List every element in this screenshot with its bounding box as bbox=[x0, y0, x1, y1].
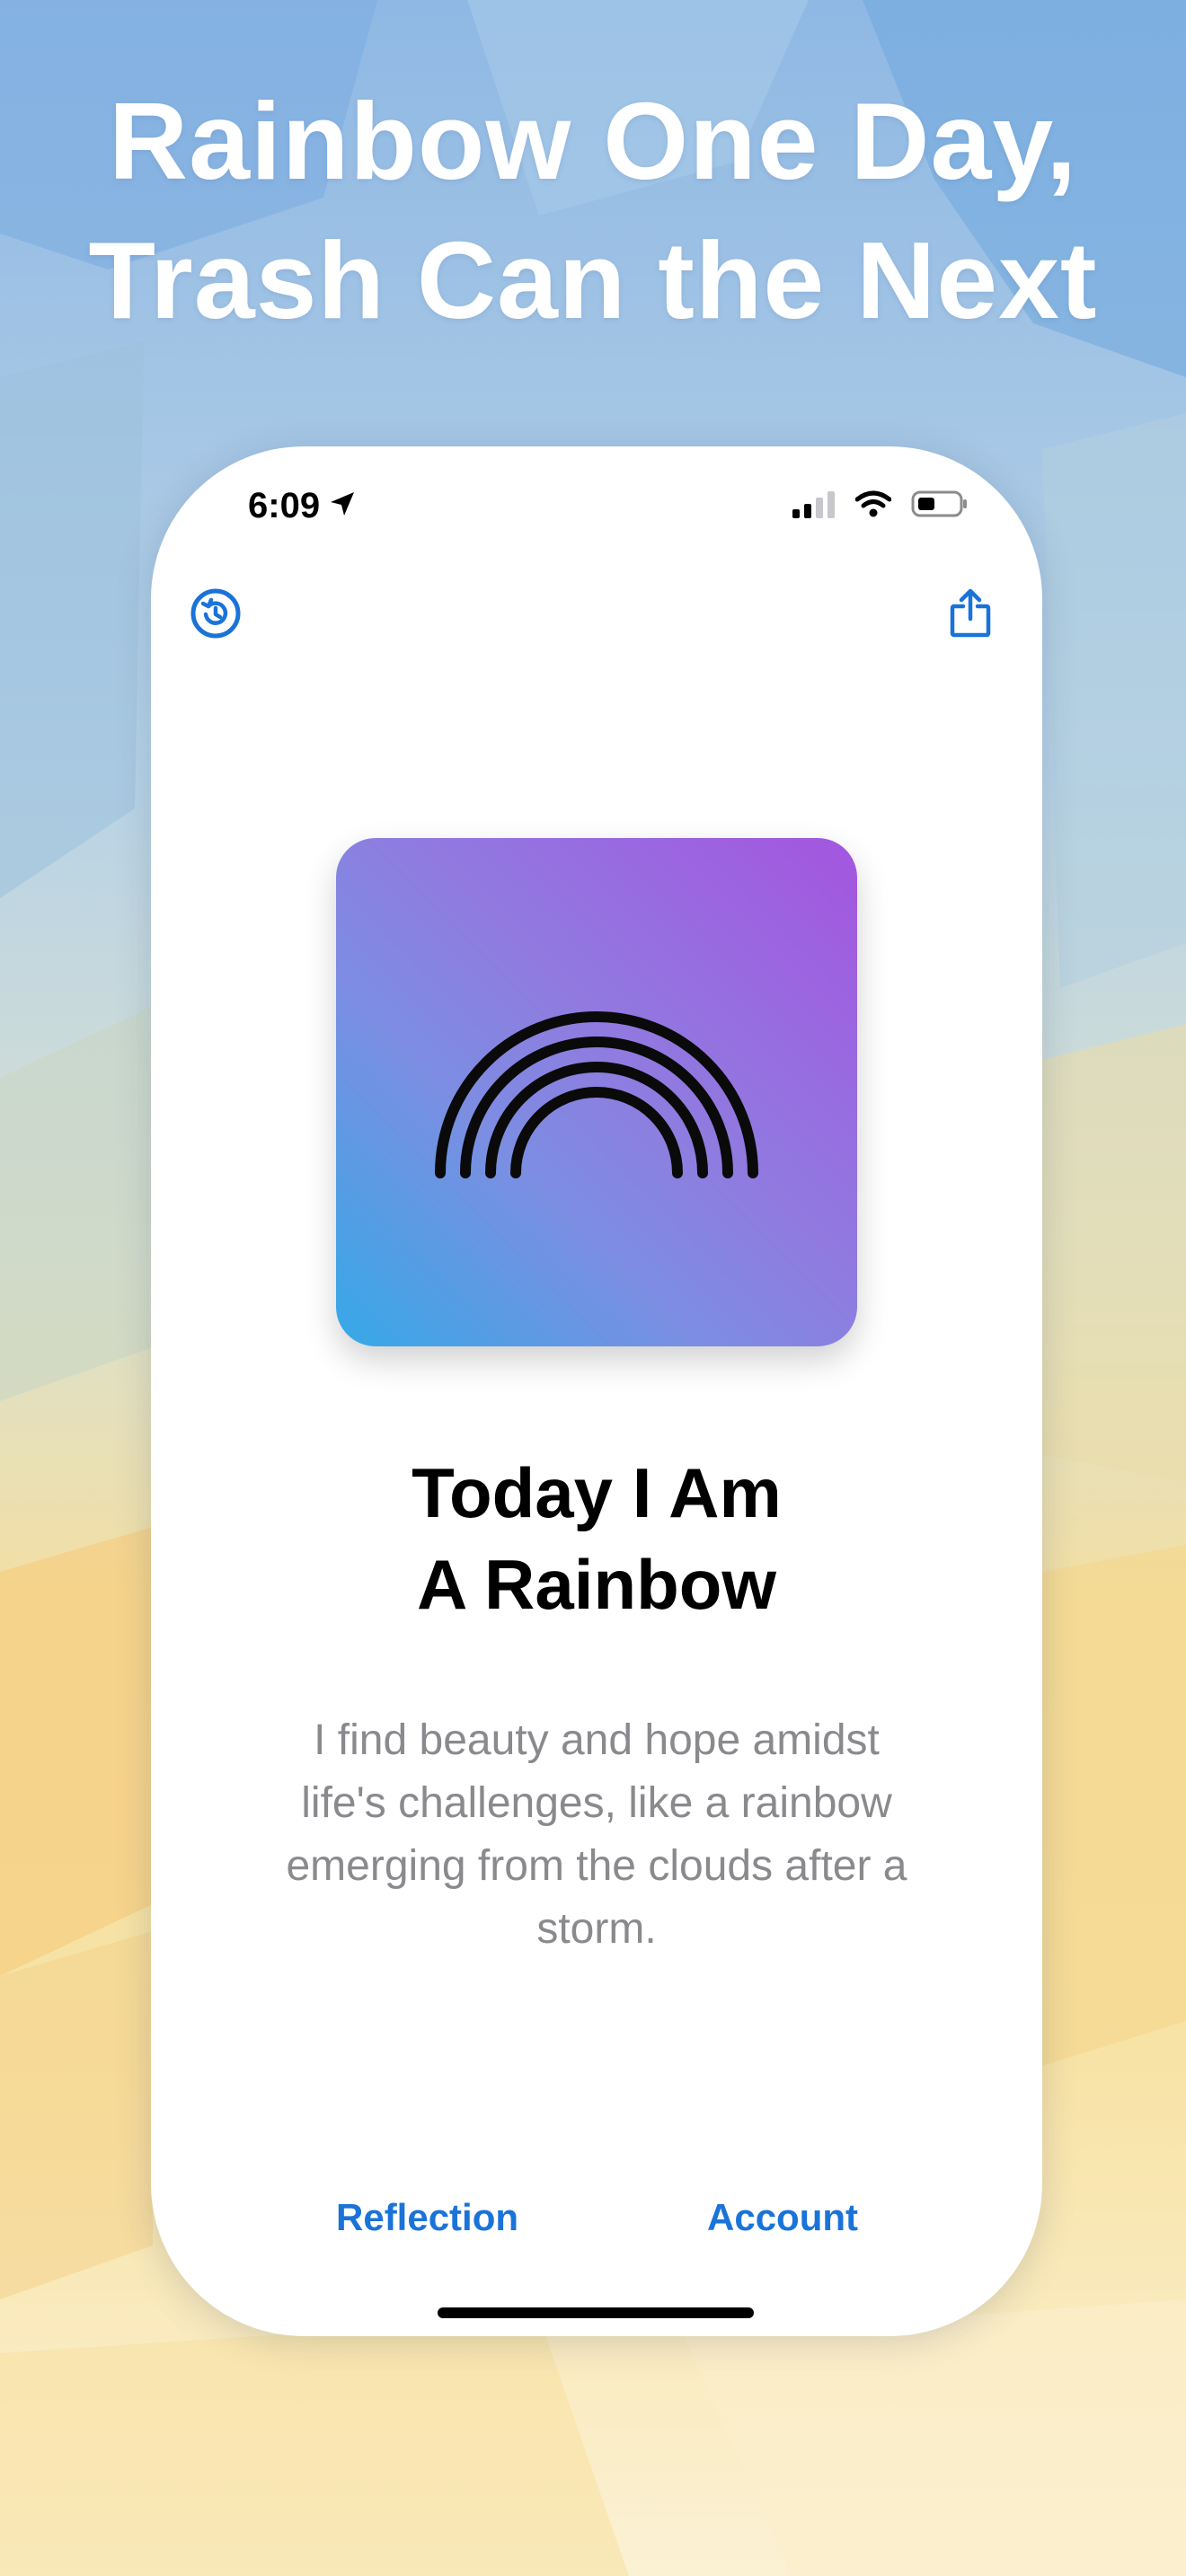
app-icon-tile bbox=[336, 838, 857, 1346]
share-button[interactable] bbox=[938, 581, 1003, 646]
tab-account[interactable]: Account bbox=[707, 2196, 858, 2239]
history-clock-icon bbox=[190, 588, 241, 639]
title-line-2: A Rainbow bbox=[416, 1545, 777, 1624]
page-title: Today I Am A Rainbow bbox=[151, 1447, 1042, 1630]
tab-reflection[interactable]: Reflection bbox=[336, 2196, 518, 2239]
status-bar-indicators bbox=[792, 490, 969, 523]
phone-screen: 6:09 Today I Am A Rainbow I find beauty … bbox=[151, 446, 1042, 2336]
description-line: storm. bbox=[536, 1905, 657, 1953]
description-line: emerging from the clouds after a bbox=[286, 1842, 907, 1890]
headline: Rainbow One Day, Trash Can the Next bbox=[0, 72, 1186, 350]
description: I find beauty and hope amidst life's cha… bbox=[223, 1709, 970, 1961]
status-time: 6:09 bbox=[248, 486, 321, 525]
title-line-1: Today I Am bbox=[412, 1453, 782, 1532]
status-bar-time-group: 6:09 bbox=[248, 486, 356, 526]
location-arrow-icon bbox=[329, 486, 356, 526]
history-button[interactable] bbox=[183, 581, 248, 646]
headline-line-2: Trash Can the Next bbox=[88, 219, 1098, 341]
cellular-signal-icon bbox=[792, 490, 836, 523]
battery-icon bbox=[911, 490, 969, 523]
description-line: I find beauty and hope amidst bbox=[314, 1716, 880, 1764]
description-line: life's challenges, like a rainbow bbox=[301, 1779, 892, 1827]
wifi-icon bbox=[854, 490, 892, 522]
rainbow-arches-icon bbox=[435, 1011, 758, 1178]
home-indicator[interactable] bbox=[438, 2307, 754, 2318]
headline-line-1: Rainbow One Day, bbox=[108, 80, 1078, 202]
share-icon bbox=[950, 588, 991, 638]
